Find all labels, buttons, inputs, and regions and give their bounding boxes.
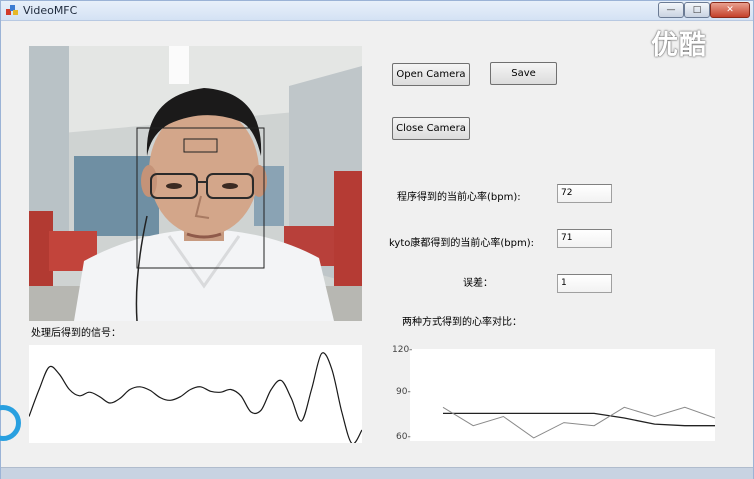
y-tick-label: 60- xyxy=(396,432,411,442)
kyto-rate-series-line xyxy=(442,406,716,439)
close-window-button[interactable]: ✕ xyxy=(710,2,750,18)
title-bar[interactable]: VideoMFC — □ ✕ xyxy=(1,1,753,21)
app-window: VideoMFC — □ ✕ 优酷 Open Camera Save Close… xyxy=(0,0,754,479)
y-tick-label: 120- xyxy=(392,345,413,355)
compare-panel-title: 两种方式得到的心率对比： xyxy=(402,317,522,328)
compare-plot xyxy=(410,349,716,441)
watermark-logo: 优酷 xyxy=(651,30,707,61)
camera-preview xyxy=(29,46,362,321)
signal-chart xyxy=(28,352,363,445)
program-rate-label: 程序得到的当前心率(bpm): xyxy=(397,192,521,203)
error-label: 误差： xyxy=(463,278,493,289)
signal-series-line xyxy=(28,352,363,445)
maximize-button[interactable]: □ xyxy=(684,2,710,18)
minimize-button[interactable]: — xyxy=(658,2,684,18)
program-rate-field[interactable]: 72 xyxy=(557,184,612,203)
y-tick-label: 90- xyxy=(396,387,411,397)
signal-plot xyxy=(28,345,363,445)
open-camera-button[interactable]: Open Camera xyxy=(392,63,470,86)
signal-panel-title: 处理后得到的信号： xyxy=(31,328,121,339)
window-title: VideoMFC xyxy=(23,4,78,17)
camera-frame-image xyxy=(29,46,362,321)
app-icon xyxy=(6,5,18,15)
error-field[interactable]: 1 xyxy=(557,274,612,293)
taskbar-edge xyxy=(1,467,753,479)
cursor-highlight xyxy=(0,405,21,441)
close-camera-button[interactable]: Close Camera xyxy=(392,117,470,140)
kyto-rate-label: kyto康都得到的当前心率(bpm): xyxy=(389,238,534,249)
kyto-rate-field[interactable]: 71 xyxy=(557,229,612,248)
compare-chart xyxy=(442,406,716,439)
save-button[interactable]: Save xyxy=(490,62,557,85)
